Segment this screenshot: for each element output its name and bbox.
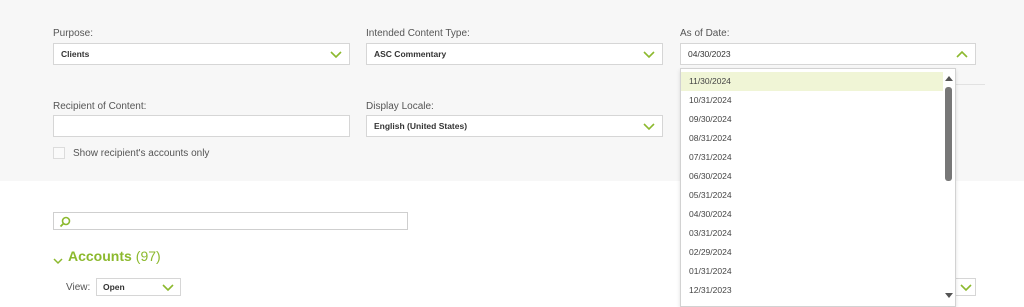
as-of-date-value: 04/30/2023 [688,49,731,59]
content-type-value: ASC Commentary [374,49,447,59]
view-value: Open [103,282,125,292]
date-option[interactable]: 04/30/2024 [681,205,943,224]
locale-value: English (United States) [374,121,468,131]
purpose-label: Purpose: [53,28,94,39]
date-option[interactable]: 08/31/2024 [681,129,943,148]
as-of-date-dropdown: 11/30/2024 10/31/2024 09/30/2024 08/31/2024… [680,68,956,307]
date-option[interactable]: 07/31/2024 [681,148,943,167]
show-recipient-accounts-label: Show recipient's accounts only [73,147,210,159]
chevron-down-icon [162,283,174,292]
scroll-up-icon[interactable] [945,76,953,81]
show-recipient-accounts-checkbox[interactable] [53,147,65,159]
purpose-select[interactable]: Clients [53,43,350,65]
scroll-thumb[interactable] [945,87,952,181]
recipient-label: Recipient of Content: [53,101,147,112]
date-option[interactable]: 03/31/2024 [681,224,943,243]
purpose-value: Clients [61,49,90,59]
date-option[interactable]: 06/30/2024 [681,167,943,186]
chevron-down-icon [53,252,63,265]
content-type-label: Intended Content Type: [366,28,470,39]
locale-select[interactable]: English (United States) [366,115,663,137]
view-label: View: [66,282,91,293]
show-recipient-accounts-row: Show recipient's accounts only [53,147,209,159]
accounts-title: Accounts [68,248,132,264]
accounts-section-header[interactable]: Accounts (97) [53,248,161,265]
search-icon [59,215,71,228]
scroll-down-icon[interactable] [945,293,953,298]
date-option[interactable]: 05/31/2024 [681,186,943,205]
recipient-input[interactable] [53,115,350,137]
date-options-list: 11/30/2024 10/31/2024 09/30/2024 08/31/2024… [681,69,955,300]
content-type-select[interactable]: ASC Commentary [366,43,663,65]
as-of-date-select[interactable]: 04/30/2023 [680,43,976,65]
chevron-down-icon [960,283,972,292]
chevron-up-icon [956,50,968,59]
date-option[interactable]: 09/30/2024 [681,110,943,129]
date-option[interactable]: 02/29/2024 [681,243,943,262]
view-select[interactable]: Open [96,278,181,296]
right-select[interactable] [956,278,976,296]
date-option[interactable]: 10/31/2024 [681,91,943,110]
date-option[interactable]: 01/31/2024 [681,262,943,281]
chevron-down-icon [330,50,342,59]
date-option[interactable]: 12/31/2023 [681,281,943,300]
as-of-date-label: As of Date: [680,28,730,39]
locale-label: Display Locale: [366,101,434,112]
dropdown-scrollbar[interactable] [944,73,953,298]
accounts-count: (97) [135,248,161,264]
search-input[interactable] [53,212,408,230]
date-option[interactable]: 11/30/2024 [681,72,943,91]
chevron-down-icon [643,50,655,59]
chevron-down-icon [643,122,655,131]
